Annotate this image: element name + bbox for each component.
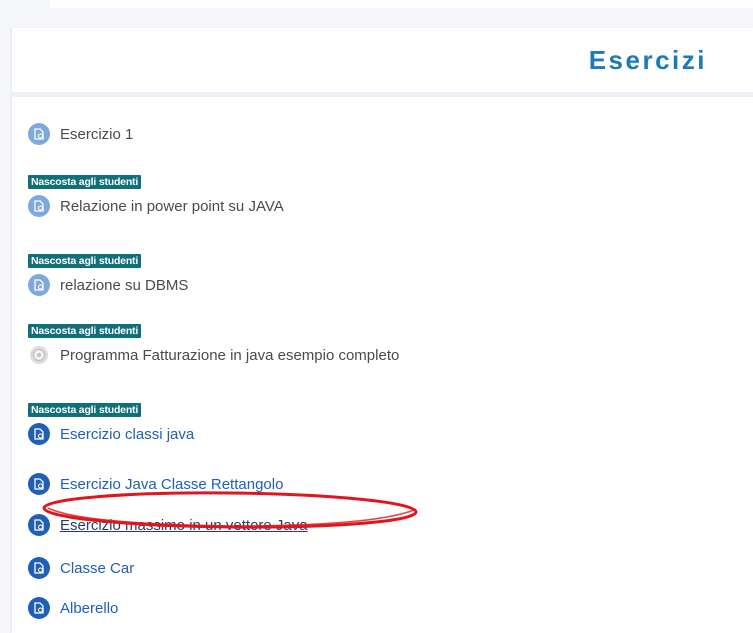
activity-link[interactable]: Programma Fatturazione in java esempio c… — [60, 347, 399, 364]
activity-link[interactable]: Esercizio 1 — [60, 126, 133, 143]
activity-link[interactable]: Alberello — [60, 600, 118, 617]
activity-link[interactable]: Classe Car — [60, 560, 134, 577]
activity-item[interactable]: Esercizio 1 — [28, 121, 133, 147]
activity-link[interactable]: Esercizio classi java — [60, 426, 194, 443]
top-strip — [50, 0, 753, 8]
activity-link[interactable]: Esercizio massimo in un vettore Java — [60, 517, 308, 534]
section-title: Esercizi — [588, 45, 707, 75]
assignment-icon — [28, 195, 50, 217]
hidden-badge: Nascosta agli studenti — [28, 324, 142, 338]
section-header: Esercizi — [12, 28, 753, 97]
activity-item[interactable]: Esercizio Java Classe Rettangolo — [28, 471, 283, 497]
assignment-icon — [28, 123, 50, 145]
assignment-icon — [28, 514, 50, 536]
assignment-icon — [28, 597, 50, 619]
activity-link[interactable]: Esercizio Java Classe Rettangolo — [60, 476, 283, 493]
assignment-icon — [28, 557, 50, 579]
activity-item[interactable]: Classe Car — [28, 555, 134, 581]
hidden-badge: Nascosta agli studenti — [28, 254, 142, 268]
activity-item[interactable]: Esercizio massimo in un vettore Java — [28, 512, 308, 538]
hidden-badge: Nascosta agli studenti — [28, 175, 142, 189]
assignment-icon — [28, 274, 50, 296]
activity-item[interactable]: Nascosta agli studenti Esercizio classi … — [28, 400, 194, 447]
activity-item[interactable]: Nascosta agli studenti relazione su DBMS — [28, 251, 188, 298]
activity-item[interactable]: Alberello — [28, 595, 118, 621]
assignment-icon — [28, 423, 50, 445]
hidden-badge: Nascosta agli studenti — [28, 403, 142, 417]
activity-link[interactable]: Relazione in power point su JAVA — [60, 198, 284, 215]
assignment-icon — [28, 473, 50, 495]
activity-item[interactable]: Nascosta agli studenti Relazione in powe… — [28, 172, 284, 219]
activity-item[interactable]: Nascosta agli studenti Programma Fattura… — [28, 321, 399, 368]
activity-link[interactable]: relazione su DBMS — [60, 277, 188, 294]
gear-icon — [28, 344, 50, 366]
